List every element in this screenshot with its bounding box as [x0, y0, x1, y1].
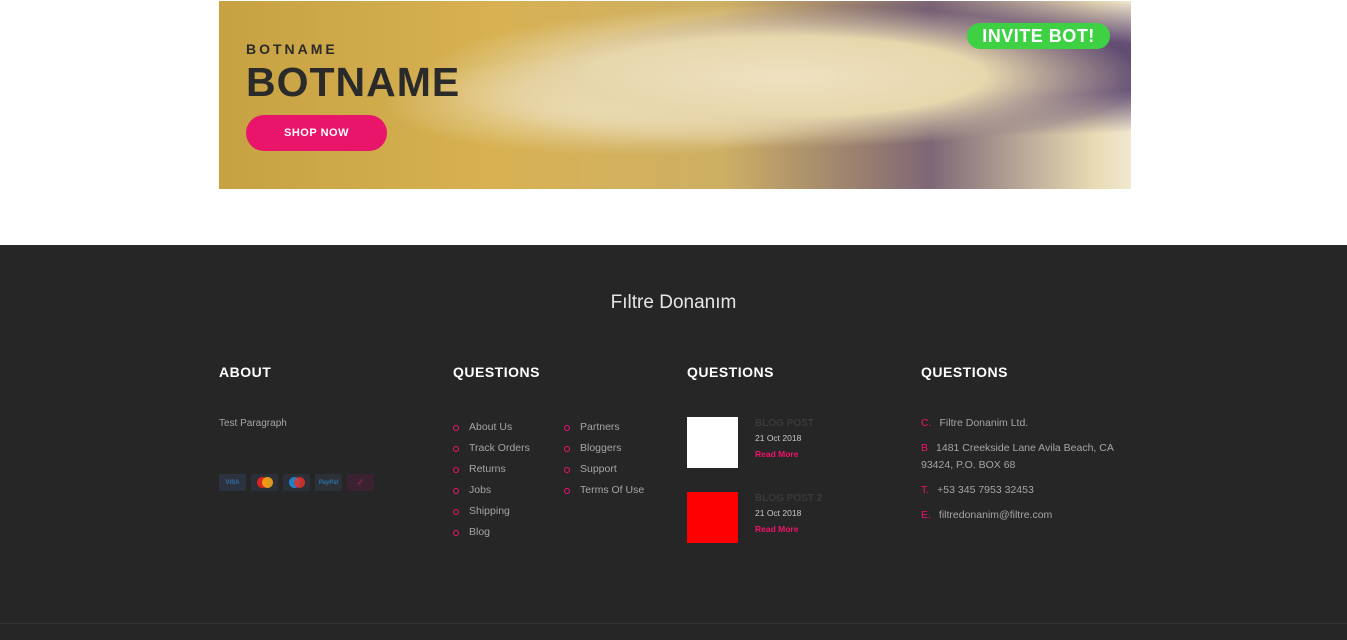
questions-title-1: QUESTIONS — [453, 364, 540, 380]
link-support[interactable]: Support — [564, 458, 644, 479]
blog-post-date: 21 Oct 2018 — [755, 508, 802, 518]
link-label: Returns — [469, 462, 506, 475]
email-link[interactable]: filtredonanim@filtre.com — [939, 509, 1052, 521]
bullet-icon — [564, 487, 570, 494]
link-label: Terms Of Use — [580, 483, 645, 496]
bullet-icon — [564, 445, 570, 452]
blog-post-thumbnail[interactable] — [687, 417, 738, 468]
bullet-icon — [453, 529, 459, 536]
banner-title: BOTNAME — [246, 59, 461, 105]
link-about-us[interactable]: About Us — [453, 416, 530, 437]
check-card-icon: ✓ — [347, 474, 374, 491]
phone-text: +53 345 7953 32453 — [937, 484, 1034, 496]
link-label: About Us — [469, 420, 513, 433]
bullet-icon — [453, 487, 459, 494]
contact-label: B — [921, 442, 929, 454]
footer-divider — [0, 623, 1347, 624]
paypal-card-icon: PayPal — [315, 474, 342, 491]
links-column-a: About Us Track Orders Returns Jobs Shipp… — [453, 416, 530, 542]
link-returns[interactable]: Returns — [453, 458, 530, 479]
address-text: 1481 Creekside Lane Avila Beach, CA 9342… — [921, 442, 1114, 471]
link-bloggers[interactable]: Bloggers — [564, 437, 644, 458]
company-name: Filtre Donanim Ltd. — [939, 417, 1029, 429]
invite-bot-button[interactable]: INVITE BOT! — [967, 23, 1110, 49]
questions-title-2: QUESTIONS — [687, 364, 774, 380]
shop-now-button[interactable]: SHOP NOW — [246, 115, 387, 151]
bullet-icon — [453, 508, 459, 515]
maestro-icon — [283, 474, 310, 491]
visa-card-icon: VISA — [219, 474, 246, 491]
contact-phone: T. +53 345 7953 32453 — [921, 482, 1136, 499]
links-column-b: Partners Bloggers Support Terms Of Use — [564, 416, 644, 500]
payment-cards: VISA PayPal ✓ — [219, 474, 374, 491]
footer: Fıltre Donanım ABOUT QUESTIONS QUESTIONS… — [0, 245, 1347, 640]
contact-address: B 1481 Creekside Lane Avila Beach, CA 934… — [921, 440, 1136, 474]
contact-label: C. — [921, 417, 932, 429]
read-more-link[interactable]: Read More — [755, 524, 798, 534]
about-title: ABOUT — [219, 364, 272, 380]
blog-post-thumbnail[interactable] — [687, 492, 738, 543]
link-label: Support — [580, 462, 617, 475]
bullet-icon — [564, 466, 570, 473]
questions-title-3: QUESTIONS — [921, 364, 1008, 380]
link-label: Shipping — [469, 504, 510, 517]
link-label: Jobs — [469, 483, 492, 496]
contact-label: T. — [921, 484, 930, 496]
bullet-icon — [453, 466, 459, 473]
link-track-orders[interactable]: Track Orders — [453, 437, 530, 458]
bullet-icon — [453, 445, 459, 452]
link-blog[interactable]: Blog — [453, 521, 530, 542]
link-shipping[interactable]: Shipping — [453, 500, 530, 521]
link-jobs[interactable]: Jobs — [453, 479, 530, 500]
contact-email: E. filtredonanim@filtre.com — [921, 507, 1136, 524]
link-label: Blog — [469, 525, 491, 538]
mastercard-icon — [251, 474, 278, 491]
blog-post-title[interactable]: BLOG POST — [755, 418, 814, 429]
bullet-icon — [564, 424, 570, 431]
promo-banner: BOTNAME BOTNAME SHOP NOW INVITE BOT! — [219, 1, 1131, 189]
link-terms-of-use[interactable]: Terms Of Use — [564, 479, 644, 500]
contact-label: E. — [921, 509, 931, 521]
blog-post-date: 21 Oct 2018 — [755, 433, 802, 443]
link-partners[interactable]: Partners — [564, 416, 644, 437]
read-more-link[interactable]: Read More — [755, 449, 798, 459]
about-paragraph: Test Paragraph — [219, 418, 287, 429]
link-label: Partners — [580, 420, 620, 433]
footer-brand: Fıltre Donanım — [610, 292, 737, 313]
link-label: Track Orders — [469, 441, 530, 454]
banner-subtitle: BOTNAME — [246, 41, 338, 57]
contact-company: C. Filtre Donanim Ltd. — [921, 415, 1136, 432]
link-label: Bloggers — [580, 441, 622, 454]
bullet-icon — [453, 424, 459, 431]
blog-post-title[interactable]: BLOG POST 2 — [755, 493, 822, 504]
